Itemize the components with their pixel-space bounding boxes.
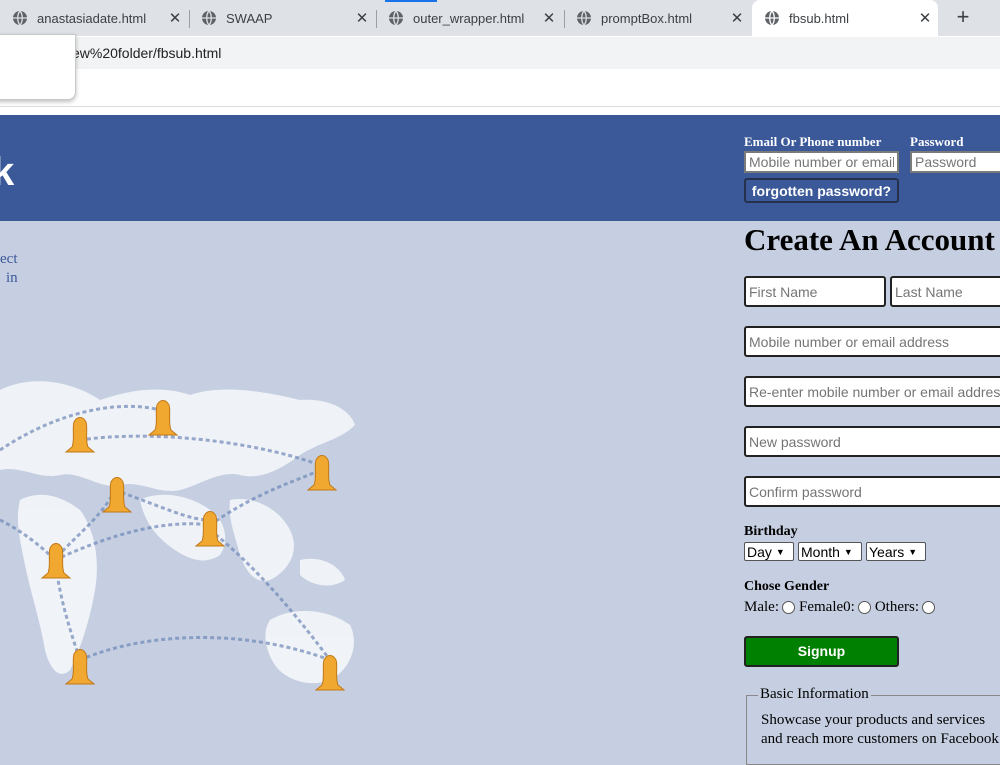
tab-divider: [564, 10, 565, 28]
login-email-input[interactable]: [744, 151, 899, 173]
birthday-label: Birthday: [744, 524, 798, 539]
intro-text-line: ect: [0, 251, 18, 267]
globe-icon: [389, 10, 403, 26]
close-icon[interactable]: ✕: [916, 9, 934, 27]
gender-options: Male: Female0: Others:: [744, 599, 939, 616]
basic-info-text: Showcase your products and services and …: [761, 711, 999, 749]
basic-info-legend: Basic Information: [758, 686, 871, 703]
password-label: Password: [910, 134, 964, 149]
browser-popup[interactable]: [0, 34, 76, 100]
confirm-password-input[interactable]: [744, 476, 1000, 507]
others-label: Others:: [874, 599, 919, 615]
day-select[interactable]: Day ▼: [744, 542, 794, 561]
tab-title: outer_wrapper.html: [413, 10, 525, 26]
new-password-input[interactable]: [744, 426, 1000, 457]
bookmarks-bar: [0, 72, 1000, 107]
tab-outer-wrapper[interactable]: outer_wrapper.html ✕: [388, 0, 558, 36]
globe-icon: [13, 10, 27, 26]
tab-swaap[interactable]: SWAAP ✕: [201, 0, 371, 36]
create-account-heading: Create An Account: [744, 222, 995, 257]
last-name-input[interactable]: [890, 276, 1000, 307]
forgot-password-button[interactable]: forgotten password?: [744, 178, 899, 203]
male-label: Male:: [744, 599, 779, 615]
address-url[interactable]: ew%20folder/fbsub.html: [72, 45, 221, 61]
signup-button[interactable]: Signup: [744, 636, 899, 667]
close-icon[interactable]: ✕: [353, 9, 371, 27]
contact-input[interactable]: [744, 326, 1000, 357]
reenter-contact-input[interactable]: [744, 376, 1000, 407]
tab-title: anastasiadate.html: [37, 10, 147, 26]
years-select-value: Years: [869, 543, 905, 560]
intro-text-line: in: [6, 270, 18, 286]
world-map-illustration: [0, 381, 355, 691]
close-icon[interactable]: ✕: [540, 9, 558, 27]
basic-info-line: and reach more customers on Facebook: [761, 731, 999, 747]
site-logo[interactable]: k: [0, 150, 14, 195]
others-radio[interactable]: [922, 601, 935, 614]
chevron-down-icon: ▼: [908, 546, 918, 557]
tab-fbsub[interactable]: fbsub.html ✕: [752, 0, 938, 36]
basic-info-line: Showcase your products and services: [761, 712, 986, 728]
tab-title: promptBox.html: [601, 10, 693, 26]
globe-icon: [577, 10, 591, 26]
month-select[interactable]: Month ▼: [798, 542, 862, 561]
month-select-value: Month: [801, 543, 840, 560]
close-icon[interactable]: ✕: [728, 9, 746, 27]
years-select[interactable]: Years ▼: [866, 542, 926, 561]
tab-divider: [376, 10, 377, 28]
female-label: Female0:: [799, 599, 855, 615]
chevron-down-icon: ▼: [775, 546, 785, 557]
first-name-input[interactable]: [744, 276, 886, 307]
male-radio[interactable]: [782, 601, 795, 614]
globe-icon: [202, 10, 216, 26]
tab-divider: [189, 10, 190, 28]
new-tab-button[interactable]: +: [952, 4, 974, 30]
tab-anastasiadate[interactable]: anastasiadate.html ✕: [12, 0, 184, 36]
email-label: Email Or Phone number: [744, 134, 882, 149]
login-password-input[interactable]: [910, 151, 1000, 173]
tab-title: SWAAP: [226, 10, 273, 26]
globe-icon: [765, 10, 779, 26]
page-top-gap: [0, 107, 1000, 115]
chevron-down-icon: ▼: [843, 546, 853, 557]
close-icon[interactable]: ✕: [166, 9, 184, 27]
gender-label: Chose Gender: [744, 579, 830, 594]
female-radio[interactable]: [857, 601, 871, 614]
tab-title: fbsub.html: [789, 10, 849, 26]
day-select-value: Day: [747, 543, 772, 560]
tab-promptbox[interactable]: promptBox.html ✕: [576, 0, 746, 36]
